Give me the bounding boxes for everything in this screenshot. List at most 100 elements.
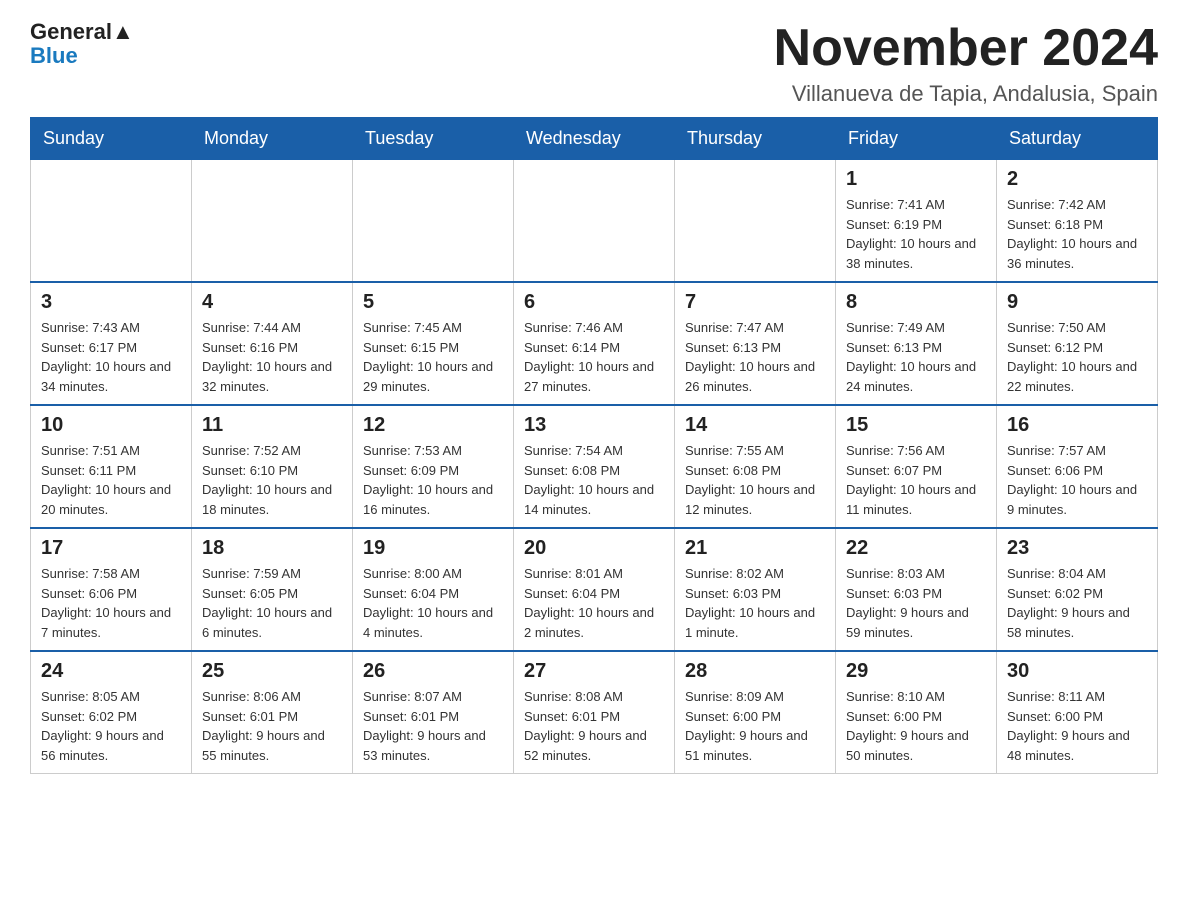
- calendar-cell: 23Sunrise: 8:04 AM Sunset: 6:02 PM Dayli…: [997, 528, 1158, 651]
- calendar-cell: 12Sunrise: 7:53 AM Sunset: 6:09 PM Dayli…: [353, 405, 514, 528]
- calendar-cell: 30 Sunrise: 8:11 AM Sunset: 6:00 PM Dayli…: [997, 651, 1158, 774]
- day-info: Sunrise: 8:06 AM Sunset: 6:01 PM Dayligh…: [202, 687, 342, 765]
- week-row-4: 17 Sunrise: 7:58 AM Sunset: 6:06 PM Dayli…: [31, 528, 1158, 651]
- weekday-header-wednesday: Wednesday: [514, 118, 675, 160]
- day-number: 16: [1007, 414, 1147, 437]
- day-info: Sunrise: 7:50 AM Sunset: 6:12 PM Dayligh…: [1007, 318, 1147, 396]
- day-info: Sunrise: 8:05 AM Sunset: 6:02 PM Dayligh…: [41, 687, 181, 765]
- day-number: 11: [202, 414, 342, 437]
- day-number: 7: [685, 291, 825, 314]
- day-number: 19: [363, 537, 503, 560]
- calendar-cell: 9 Sunrise: 7:50 AM Sunset: 6:12 PM Daylig…: [997, 282, 1158, 405]
- day-info: Sunrise: 8:02 AM Sunset: 6:03 PM Dayligh…: [685, 564, 825, 642]
- day-number: 2: [1007, 168, 1147, 191]
- day-info: Sunrise: 7:41 AM Sunset: 6:19 PM Dayligh…: [846, 195, 986, 273]
- weekday-header-monday: Monday: [192, 118, 353, 160]
- calendar-cell: 6 Sunrise: 7:46 AM Sunset: 6:14 PM Daylig…: [514, 282, 675, 405]
- calendar-cell: 21 Sunrise: 8:02 AM Sunset: 6:03 PM Dayli…: [675, 528, 836, 651]
- day-info: Sunrise: 7:56 AM Sunset: 6:07 PM Dayligh…: [846, 441, 986, 519]
- week-row-5: 24 Sunrise: 8:05 AM Sunset: 6:02 PM Dayli…: [31, 651, 1158, 774]
- day-number: 6: [524, 291, 664, 314]
- month-title: November 2024: [774, 20, 1158, 77]
- page-header: General▲ Blue November 2024 Villanueva d…: [30, 20, 1158, 107]
- calendar-cell: 26 Sunrise: 8:07 AM Sunset: 6:01 PM Dayli…: [353, 651, 514, 774]
- day-info: Sunrise: 8:10 AM Sunset: 6:00 PM Dayligh…: [846, 687, 986, 765]
- day-number: 5: [363, 291, 503, 314]
- day-number: 8: [846, 291, 986, 314]
- logo-blue: Blue: [30, 43, 78, 68]
- day-info: Sunrise: 7:51 AM Sunset: 6:11 PM Dayligh…: [41, 441, 181, 519]
- calendar-cell: 5 Sunrise: 7:45 AM Sunset: 6:15 PM Daylig…: [353, 282, 514, 405]
- day-info: Sunrise: 8:11 AM Sunset: 6:00 PM Dayligh…: [1007, 687, 1147, 765]
- calendar-cell: 2 Sunrise: 7:42 AM Sunset: 6:18 PM Daylig…: [997, 160, 1158, 283]
- day-info: Sunrise: 7:45 AM Sunset: 6:15 PM Dayligh…: [363, 318, 503, 396]
- day-info: Sunrise: 7:55 AM Sunset: 6:08 PM Dayligh…: [685, 441, 825, 519]
- week-row-1: 1Sunrise: 7:41 AM Sunset: 6:19 PM Daylig…: [31, 160, 1158, 283]
- calendar-cell: 3 Sunrise: 7:43 AM Sunset: 6:17 PM Daylig…: [31, 282, 192, 405]
- day-number: 25: [202, 660, 342, 683]
- day-info: Sunrise: 7:46 AM Sunset: 6:14 PM Dayligh…: [524, 318, 664, 396]
- day-number: 21: [685, 537, 825, 560]
- day-info: Sunrise: 7:58 AM Sunset: 6:06 PM Dayligh…: [41, 564, 181, 642]
- day-number: 20: [524, 537, 664, 560]
- weekday-header-tuesday: Tuesday: [353, 118, 514, 160]
- weekday-header-saturday: Saturday: [997, 118, 1158, 160]
- weekday-header-friday: Friday: [836, 118, 997, 160]
- calendar-cell: 11 Sunrise: 7:52 AM Sunset: 6:10 PM Dayli…: [192, 405, 353, 528]
- day-number: 9: [1007, 291, 1147, 314]
- day-info: Sunrise: 7:43 AM Sunset: 6:17 PM Dayligh…: [41, 318, 181, 396]
- calendar-cell: [353, 160, 514, 283]
- calendar-cell: 7 Sunrise: 7:47 AM Sunset: 6:13 PM Daylig…: [675, 282, 836, 405]
- day-info: Sunrise: 7:59 AM Sunset: 6:05 PM Dayligh…: [202, 564, 342, 642]
- day-info: Sunrise: 8:03 AM Sunset: 6:03 PM Dayligh…: [846, 564, 986, 642]
- calendar-cell: 27 Sunrise: 8:08 AM Sunset: 6:01 PM Dayli…: [514, 651, 675, 774]
- day-info: Sunrise: 7:47 AM Sunset: 6:13 PM Dayligh…: [685, 318, 825, 396]
- day-info: Sunrise: 8:08 AM Sunset: 6:01 PM Dayligh…: [524, 687, 664, 765]
- week-row-3: 10 Sunrise: 7:51 AM Sunset: 6:11 PM Dayli…: [31, 405, 1158, 528]
- calendar-cell: 17 Sunrise: 7:58 AM Sunset: 6:06 PM Dayli…: [31, 528, 192, 651]
- calendar-cell: 13Sunrise: 7:54 AM Sunset: 6:08 PM Dayli…: [514, 405, 675, 528]
- calendar-cell: 25 Sunrise: 8:06 AM Sunset: 6:01 PM Dayli…: [192, 651, 353, 774]
- day-info: Sunrise: 7:42 AM Sunset: 6:18 PM Dayligh…: [1007, 195, 1147, 273]
- calendar-cell: 24 Sunrise: 8:05 AM Sunset: 6:02 PM Dayli…: [31, 651, 192, 774]
- calendar-cell: 16Sunrise: 7:57 AM Sunset: 6:06 PM Dayli…: [997, 405, 1158, 528]
- calendar-cell: 18 Sunrise: 7:59 AM Sunset: 6:05 PM Dayli…: [192, 528, 353, 651]
- day-number: 28: [685, 660, 825, 683]
- weekday-header-sunday: Sunday: [31, 118, 192, 160]
- calendar-cell: 19 Sunrise: 8:00 AM Sunset: 6:04 PM Dayli…: [353, 528, 514, 651]
- day-number: 27: [524, 660, 664, 683]
- day-number: 26: [363, 660, 503, 683]
- day-number: 10: [41, 414, 181, 437]
- day-number: 30: [1007, 660, 1147, 683]
- calendar-cell: [192, 160, 353, 283]
- day-info: Sunrise: 8:01 AM Sunset: 6:04 PM Dayligh…: [524, 564, 664, 642]
- day-number: 23: [1007, 537, 1147, 560]
- title-area: November 2024 Villanueva de Tapia, Andal…: [774, 20, 1158, 107]
- calendar-cell: 8Sunrise: 7:49 AM Sunset: 6:13 PM Daylig…: [836, 282, 997, 405]
- weekday-header-thursday: Thursday: [675, 118, 836, 160]
- day-number: 14: [685, 414, 825, 437]
- calendar-cell: [675, 160, 836, 283]
- day-number: 4: [202, 291, 342, 314]
- calendar-table: SundayMondayTuesdayWednesdayThursdayFrid…: [30, 117, 1158, 774]
- logo-general: General: [30, 19, 112, 44]
- day-number: 17: [41, 537, 181, 560]
- day-info: Sunrise: 8:00 AM Sunset: 6:04 PM Dayligh…: [363, 564, 503, 642]
- location-title: Villanueva de Tapia, Andalusia, Spain: [774, 81, 1158, 107]
- calendar-cell: 14 Sunrise: 7:55 AM Sunset: 6:08 PM Dayli…: [675, 405, 836, 528]
- day-number: 18: [202, 537, 342, 560]
- day-info: Sunrise: 7:54 AM Sunset: 6:08 PM Dayligh…: [524, 441, 664, 519]
- day-info: Sunrise: 7:52 AM Sunset: 6:10 PM Dayligh…: [202, 441, 342, 519]
- calendar-cell: 10 Sunrise: 7:51 AM Sunset: 6:11 PM Dayli…: [31, 405, 192, 528]
- calendar-cell: 20 Sunrise: 8:01 AM Sunset: 6:04 PM Dayli…: [514, 528, 675, 651]
- day-number: 12: [363, 414, 503, 437]
- day-number: 24: [41, 660, 181, 683]
- calendar-cell: [514, 160, 675, 283]
- calendar-cell: 22Sunrise: 8:03 AM Sunset: 6:03 PM Dayli…: [836, 528, 997, 651]
- day-info: Sunrise: 7:44 AM Sunset: 6:16 PM Dayligh…: [202, 318, 342, 396]
- day-number: 3: [41, 291, 181, 314]
- day-info: Sunrise: 8:09 AM Sunset: 6:00 PM Dayligh…: [685, 687, 825, 765]
- day-info: Sunrise: 8:07 AM Sunset: 6:01 PM Dayligh…: [363, 687, 503, 765]
- week-row-2: 3 Sunrise: 7:43 AM Sunset: 6:17 PM Daylig…: [31, 282, 1158, 405]
- day-number: 29: [846, 660, 986, 683]
